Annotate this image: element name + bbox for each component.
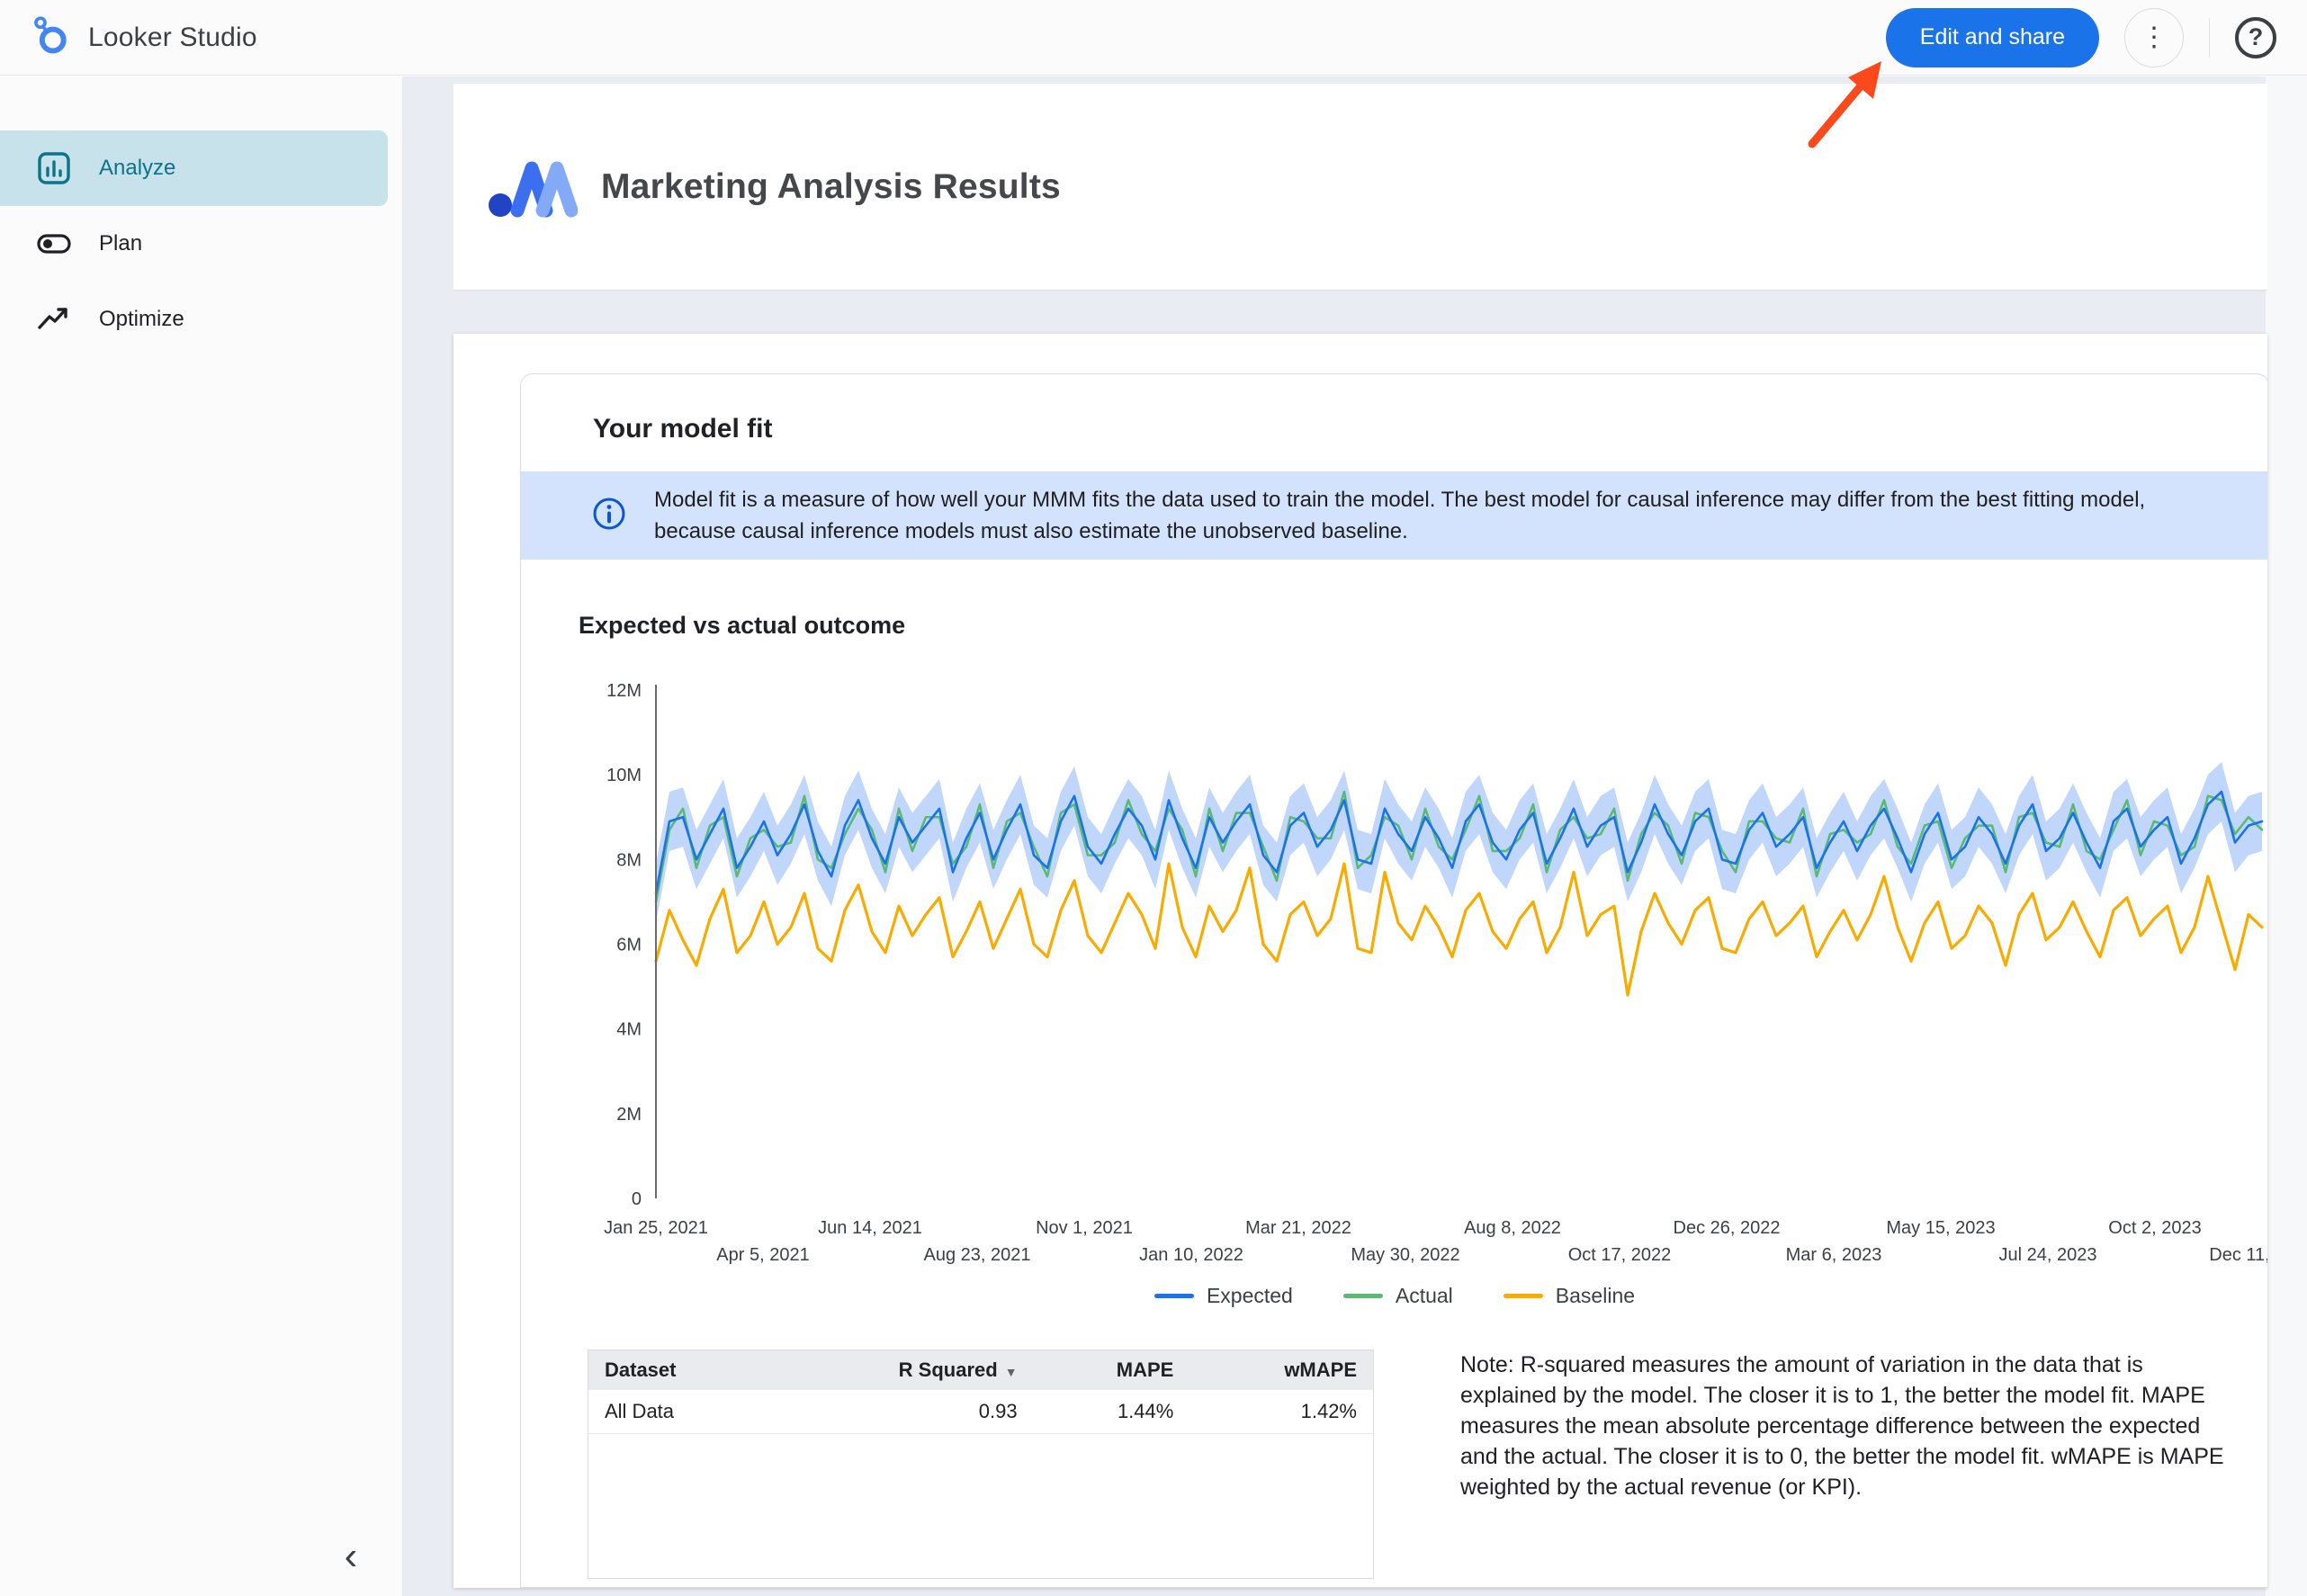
svg-text:Jun 14, 2021: Jun 14, 2021 — [818, 1218, 922, 1238]
model-fit-card: Your model fit Model fit is a measure of… — [520, 373, 2267, 1588]
looker-studio-logo-icon — [31, 13, 70, 61]
svg-text:Aug 23, 2021: Aug 23, 2021 — [924, 1245, 1031, 1265]
scroll-gutter[interactable] — [2266, 76, 2307, 1596]
svg-text:May 30, 2022: May 30, 2022 — [1351, 1245, 1459, 1265]
sidebar-collapse-button[interactable]: ‹ — [324, 1529, 378, 1583]
legend-item-expected: Expected — [1154, 1284, 1293, 1308]
svg-text:May 15, 2023: May 15, 2023 — [1886, 1218, 1995, 1238]
fit-metrics-table: Dataset R Squared▼ MAPE wMAPE All Data 0… — [588, 1349, 1374, 1579]
column-header-r-squared[interactable]: R Squared▼ — [770, 1350, 1034, 1390]
topbar-divider — [2209, 18, 2210, 58]
actual-line-swatch — [1343, 1294, 1383, 1298]
svg-text:Jan 25, 2021: Jan 25, 2021 — [604, 1218, 708, 1238]
help-icon[interactable]: ? — [2235, 17, 2276, 58]
plan-toggle-icon — [36, 226, 72, 262]
card-heading: Your model fit — [521, 374, 2267, 471]
svg-text:Dec 11, 2023: Dec 11, 2023 — [2209, 1245, 2267, 1265]
cell-wmape: 1.42% — [1189, 1390, 1373, 1434]
sidebar-item-label: Plan — [99, 231, 142, 256]
svg-text:2M: 2M — [616, 1105, 642, 1125]
baseline-line-swatch — [1504, 1294, 1543, 1298]
page-title: Marketing Analysis Results — [601, 167, 1061, 207]
svg-text:Jan 10, 2022: Jan 10, 2022 — [1139, 1245, 1243, 1265]
column-header-dataset[interactable]: Dataset — [588, 1350, 770, 1390]
legend-item-baseline: Baseline — [1504, 1284, 1635, 1308]
analyze-chart-icon — [36, 150, 72, 186]
main-content: Marketing Analysis Results Your model fi… — [403, 76, 2307, 1596]
svg-text:Aug 8, 2022: Aug 8, 2022 — [1464, 1218, 1561, 1238]
info-icon — [591, 496, 627, 536]
cell-r-squared: 0.93 — [770, 1390, 1034, 1434]
cell-dataset: All Data — [588, 1390, 770, 1434]
svg-text:0: 0 — [632, 1189, 642, 1209]
legend-label: Expected — [1207, 1284, 1293, 1308]
table-row: All Data 0.93 1.44% 1.42% — [588, 1390, 1373, 1434]
top-bar: Looker Studio Edit and share ⋮ ? — [0, 0, 2307, 76]
column-header-mape[interactable]: MAPE — [1034, 1350, 1190, 1390]
edit-and-share-button[interactable]: Edit and share — [1886, 8, 2099, 67]
sidebar-nav: Analyze Plan Optimize — [0, 130, 402, 357]
sidebar-item-label: Analyze — [99, 156, 175, 181]
svg-text:Dec 26, 2022: Dec 26, 2022 — [1674, 1218, 1781, 1238]
table-header-row: Dataset R Squared▼ MAPE wMAPE — [588, 1350, 1373, 1390]
svg-text:10M: 10M — [606, 766, 642, 785]
more-options-button[interactable]: ⋮ — [2124, 8, 2184, 67]
sidebar-item-analyze[interactable]: Analyze — [0, 130, 388, 206]
info-banner-text: Model fit is a measure of how well your … — [654, 484, 2232, 547]
app-window: Looker Studio Edit and share ⋮ ? Analy — [0, 0, 2307, 1596]
svg-text:12M: 12M — [606, 681, 642, 701]
svg-text:Oct 2, 2023: Oct 2, 2023 — [2108, 1218, 2201, 1238]
metrics-note-text: Note: R-squared measures the amount of v… — [1460, 1349, 2236, 1502]
column-header-wmape[interactable]: wMAPE — [1189, 1350, 1373, 1390]
top-bar-actions: Edit and share ⋮ ? — [1886, 8, 2276, 67]
svg-text:Jul 24, 2023: Jul 24, 2023 — [1999, 1245, 2097, 1265]
svg-text:4M: 4M — [616, 1020, 642, 1040]
cell-mape: 1.44% — [1034, 1390, 1190, 1434]
sidebar-item-optimize[interactable]: Optimize — [0, 282, 388, 357]
chart-legend: Expected Actual Baseline — [521, 1284, 2267, 1308]
svg-text:Mar 6, 2023: Mar 6, 2023 — [1786, 1245, 1882, 1265]
svg-text:Nov 1, 2021: Nov 1, 2021 — [1036, 1218, 1133, 1238]
svg-text:Oct 17, 2022: Oct 17, 2022 — [1568, 1245, 1672, 1265]
svg-text:Apr 5, 2021: Apr 5, 2021 — [716, 1245, 809, 1265]
legend-label: Actual — [1396, 1284, 1453, 1308]
chart-title: Expected vs actual outcome — [579, 612, 2267, 640]
report-header: Marketing Analysis Results — [453, 84, 2267, 291]
sort-descending-icon[interactable]: ▼ — [1005, 1365, 1018, 1379]
fit-metrics-section: Dataset R Squared▼ MAPE wMAPE All Data 0… — [588, 1349, 2267, 1579]
svg-text:6M: 6M — [616, 936, 642, 955]
sidebar-item-label: Optimize — [99, 307, 184, 332]
svg-text:8M: 8M — [616, 850, 642, 870]
sidebar-item-plan[interactable]: Plan — [0, 206, 388, 282]
legend-item-actual: Actual — [1343, 1284, 1453, 1308]
info-banner: Model fit is a measure of how well your … — [521, 471, 2267, 560]
legend-label: Baseline — [1556, 1284, 1635, 1308]
svg-text:Mar 21, 2022: Mar 21, 2022 — [1245, 1218, 1351, 1238]
sidebar: Analyze Plan Optimize — [0, 76, 403, 1596]
meridian-logo-icon — [488, 150, 578, 223]
app-title: Looker Studio — [88, 22, 257, 53]
expected-line-swatch — [1154, 1294, 1194, 1298]
report-page: Your model fit Model fit is a measure of… — [453, 334, 2267, 1588]
model-fit-chart: 0 2M 4M 6M 8M 10M 12M Jan 25, 2021 Apr 5, 2021 Ju… — [521, 681, 2267, 1275]
optimize-trending-up-icon — [36, 301, 72, 337]
brand: Looker Studio — [31, 13, 257, 61]
